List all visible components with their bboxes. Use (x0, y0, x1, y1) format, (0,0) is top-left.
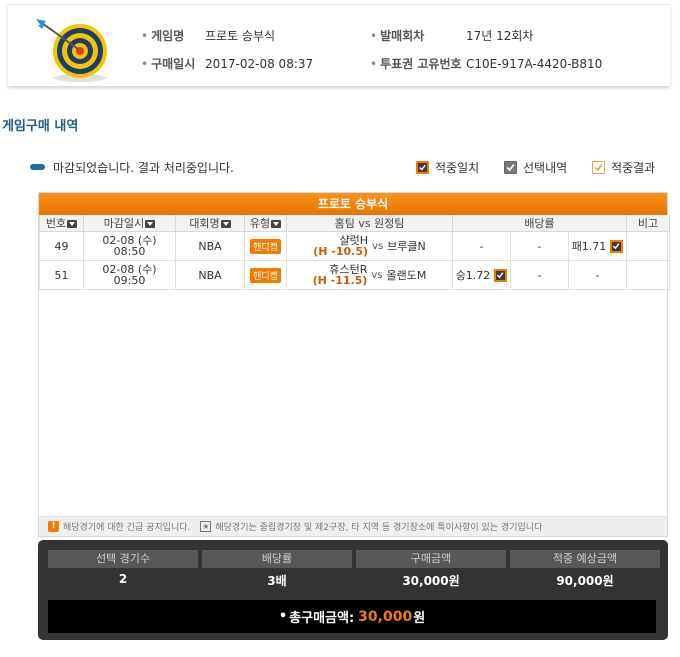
row-no: 51 (39, 260, 84, 290)
notice-star-text: 해당경기는 중립경기장 및 제2구장, 타 지역 등 경기장소에 특이사항이 있… (215, 523, 543, 533)
total-amount: 30,000 (358, 608, 413, 625)
status-text: 마감되었습니다. 결과 처리중입니다. (53, 160, 234, 175)
col-note: 비고 (626, 215, 671, 232)
status-pill-icon (30, 164, 45, 170)
sort-icon[interactable] (67, 220, 78, 228)
odd-win[interactable]: - (452, 231, 511, 261)
round-label: 발매회차 (380, 29, 425, 43)
panel-title: 프로토 승부식 (39, 193, 667, 215)
col-deadline[interactable]: 마감일시 (83, 215, 176, 232)
legend-result: 적중결과 (592, 159, 655, 176)
ticket-id-value: C10E-917A-4420-B810 (466, 56, 603, 71)
row-note (626, 260, 671, 290)
status-row: 마감되었습니다. 결과 처리중입니다. 적중일치 선택내역 적중결과 (30, 158, 670, 176)
odd-draw[interactable]: - (510, 260, 569, 290)
match-checkbox-icon (416, 160, 429, 174)
star-icon: ★ (200, 521, 212, 532)
row-league: NBA (175, 260, 245, 290)
col-teams: 홈팀 vs 원정팀 (286, 215, 453, 232)
purchase-date-label: 구매일시 (151, 57, 196, 71)
row-type: 핸디캡 (244, 260, 287, 290)
legend-result-label: 적중결과 (611, 160, 656, 175)
row-no: 49 (39, 231, 84, 261)
warning-icon: ! (48, 521, 59, 532)
row-deadline: 02-08 (수) 09:50 (83, 260, 176, 290)
legend-selected: 선택내역 (504, 159, 567, 176)
purchase-date-row: • 구매일시 2017-02-08 08:37 (141, 56, 314, 72)
row-league: NBA (175, 231, 245, 261)
dart-target-icon (36, 19, 107, 82)
away-team: 브루클N (387, 240, 426, 253)
sort-icon[interactable] (145, 220, 156, 228)
col-type[interactable]: 유형 (244, 215, 287, 232)
ticket-id-row: • 투표권 고유번호 C10E-917A-4420-B810 (370, 56, 603, 72)
section-title: 게임구매 내역 (2, 119, 79, 134)
row-type: 핸디캡 (244, 231, 287, 261)
away-team: 올랜도M (386, 269, 427, 282)
bet-list-panel: 프로토 승부식 번호 마감일시 대회명 유형 홈팀 vs 원정팀 배당률 비고 … (38, 192, 671, 537)
legend-match-label: 적중일치 (435, 160, 480, 175)
col-no[interactable]: 번호 (39, 215, 84, 232)
sort-icon[interactable] (220, 220, 231, 228)
purchase-summary: 선택 경기수 2 배당률 3배 구매금액 30,000원 적중 예상금액 90,… (38, 540, 668, 640)
handicap-value: (H -10.5) (313, 245, 369, 258)
game-name-label: 게임명 (151, 29, 185, 43)
round-row: • 발매회차 17년 12회차 (370, 28, 534, 44)
sort-icon[interactable] (271, 220, 282, 228)
table-row: 49 02-08 (수) 08:50 NBA 핸디캡 샬럿H (H -10.5) v… (39, 231, 671, 261)
ticket-id-label: 투표권 고유번호 (380, 57, 462, 71)
notice-warn-text: 해당경기에 대한 긴급 공지입니다. (63, 523, 191, 533)
summary-count: 선택 경기수 2 (48, 550, 198, 589)
selected-checkbox-icon (504, 160, 517, 174)
summary-expected: 적중 예상금액 90,000원 (510, 550, 660, 589)
ticket-info-card: • 게임명 프로토 승부식 • 구매일시 2017-02-08 08:37 • 발매회… (8, 4, 670, 86)
odd-win[interactable]: 승1.72 (452, 260, 511, 290)
handicap-value: (H -11.5) (312, 274, 368, 287)
notice-bar: ! 해당경기에 대한 긴급 공지입니다. ★ 해당경기는 중립경기장 및 제2구… (39, 516, 667, 536)
summary-amount: 구매금액 30,000원 (356, 550, 506, 589)
table-row: 51 02-08 (수) 09:50 NBA 핸디캡 휴스턴R (H -11.5) … (39, 260, 671, 290)
row-teams: 샬럿H (H -10.5) vs 브루클N (286, 231, 453, 261)
handicap-badge: 핸디캡 (250, 238, 281, 254)
total-unit: 원 (413, 611, 426, 626)
odd-lose[interactable]: 패1.71 (567, 231, 628, 261)
row-teams: 휴스턴R (H -11.5) vs 올랜도M (286, 260, 453, 290)
odd-draw[interactable]: - (510, 231, 569, 261)
col-league[interactable]: 대회명 (175, 215, 245, 232)
game-name-value: 프로토 승부식 (205, 29, 276, 43)
summary-odds: 배당률 3배 (202, 550, 352, 589)
total-label: 총구매금액: (289, 611, 355, 626)
row-deadline: 02-08 (수) 08:50 (83, 231, 176, 261)
row-note (626, 231, 671, 261)
odd-lose[interactable]: - (567, 260, 628, 290)
result-checkbox-icon (592, 160, 605, 174)
selected-check-icon (494, 268, 508, 282)
legend-match: 적중일치 (416, 159, 479, 176)
col-odds: 배당률 (451, 215, 628, 232)
selected-check-icon (610, 239, 624, 253)
handicap-badge: 핸디캡 (250, 267, 281, 283)
legend-selected-label: 선택내역 (523, 160, 568, 175)
total-purchase-bar: • 총구매금액: 30,000 원 (48, 600, 656, 633)
game-name-row: • 게임명 프로토 승부식 (141, 28, 276, 44)
round-value: 17년 12회차 (466, 29, 534, 43)
purchase-date-value: 2017-02-08 08:37 (205, 56, 314, 71)
bet-table: 번호 마감일시 대회명 유형 홈팀 vs 원정팀 배당률 비고 49 02-08… (39, 215, 671, 290)
